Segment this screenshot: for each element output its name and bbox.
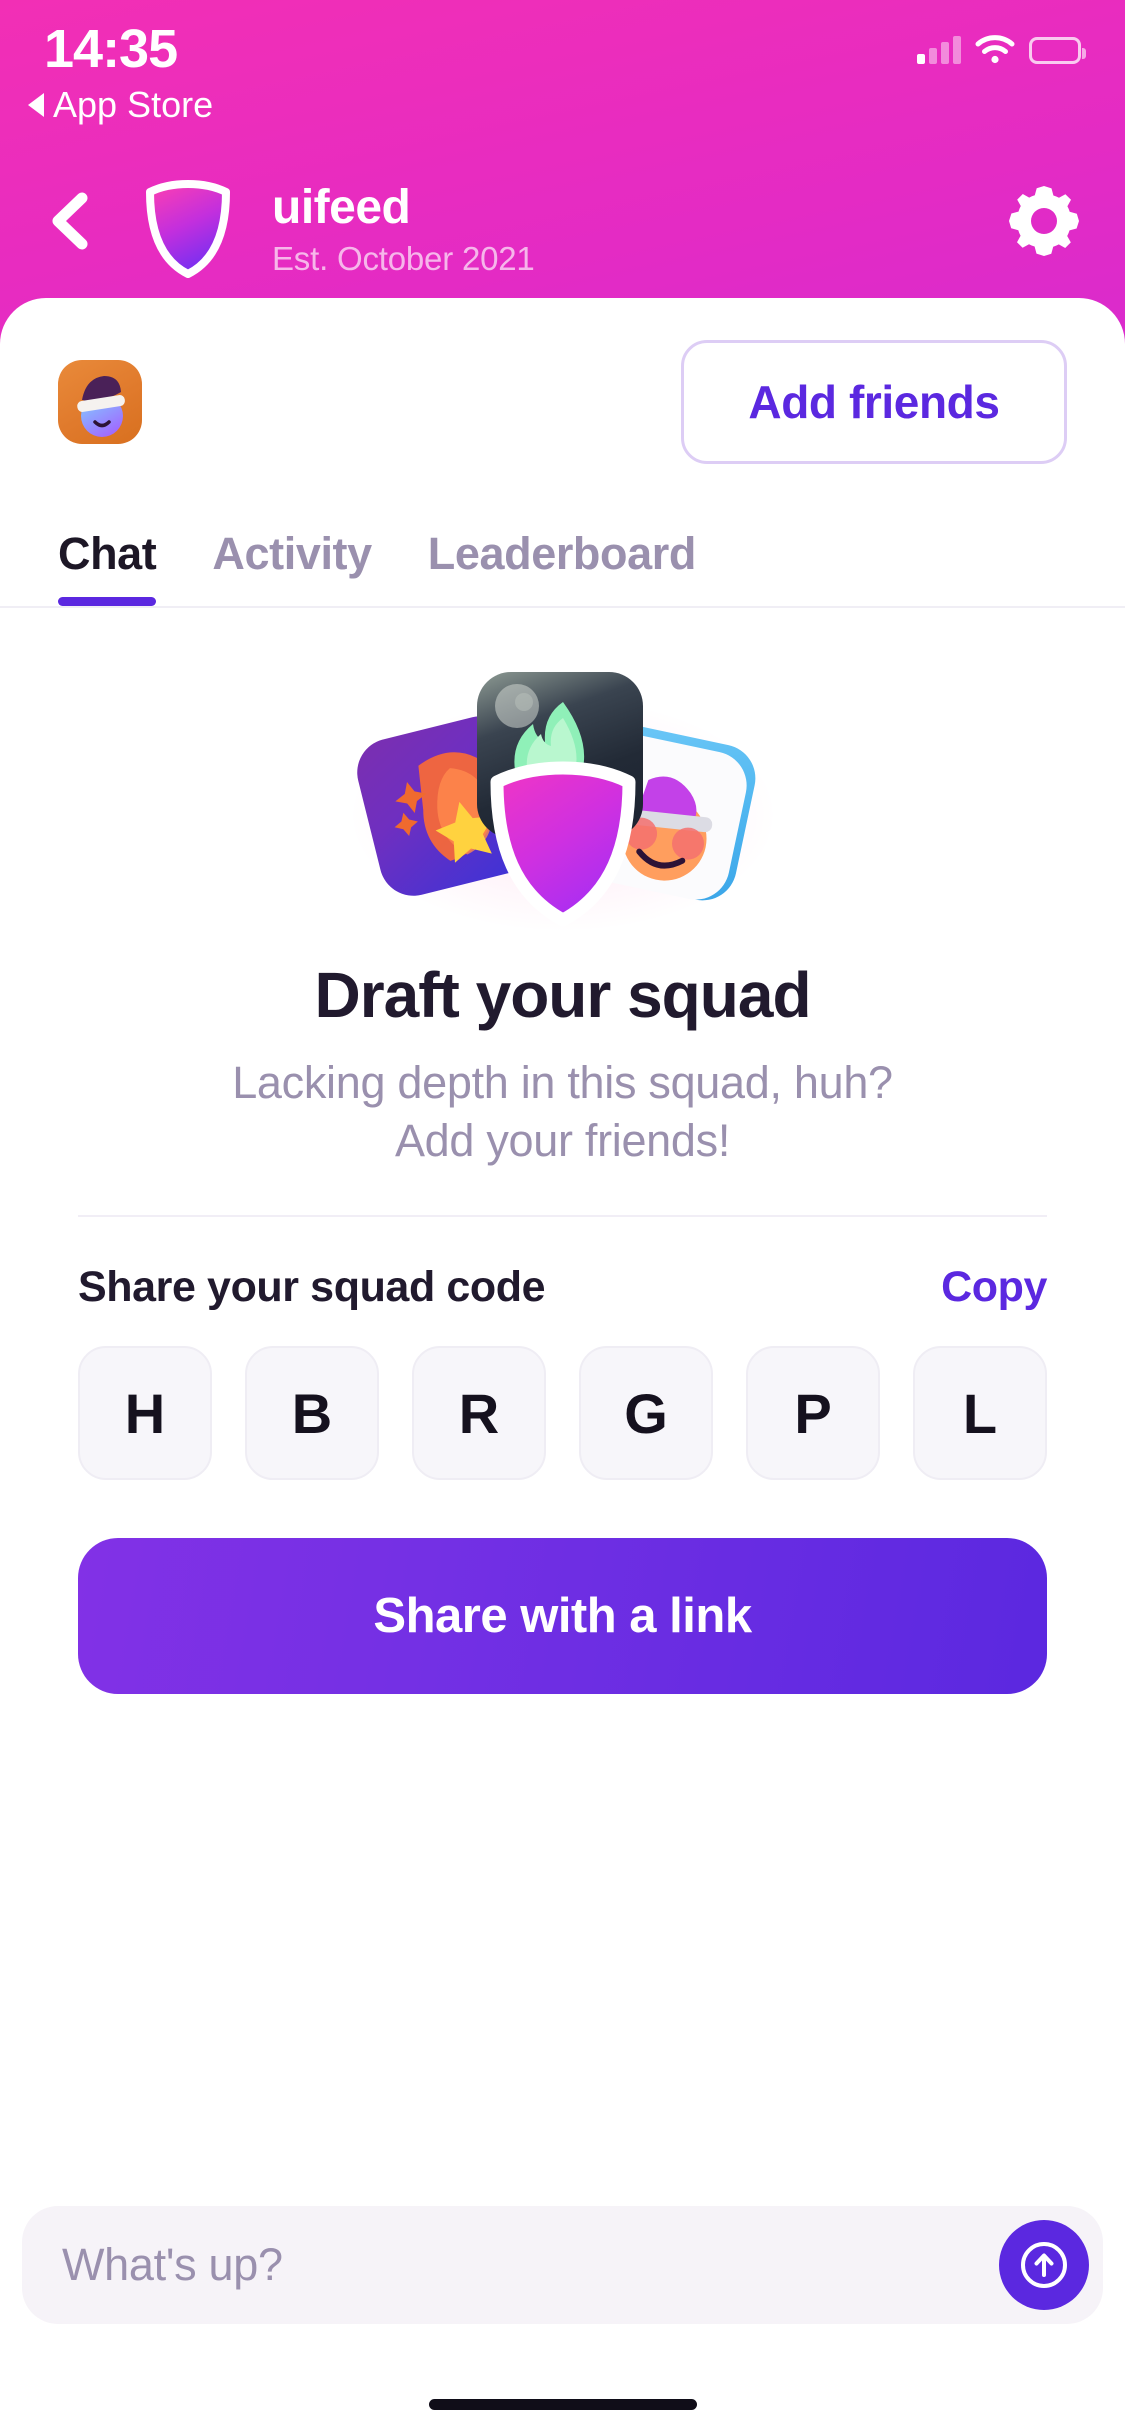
tab-chat[interactable]: Chat	[58, 528, 157, 606]
share-code-header: Share your squad code Copy	[0, 1217, 1125, 1312]
status-bar: 14:35 App Store	[0, 0, 1125, 170]
code-char-0: H	[78, 1346, 212, 1481]
share-code-label: Share your squad code	[78, 1263, 546, 1312]
code-char-1: B	[245, 1346, 379, 1481]
tab-activity[interactable]: Activity	[212, 528, 372, 606]
code-char-4: P	[746, 1346, 880, 1481]
wifi-icon	[975, 34, 1015, 64]
tab-bar: Chat Activity Leaderboard	[0, 488, 1125, 608]
message-composer	[22, 2206, 1103, 2324]
nav-title-group: uifeed Est. October 2021	[272, 182, 535, 278]
empty-state: Draft your squad Lacking depth in this s…	[0, 608, 1125, 1169]
copy-code-button[interactable]: Copy	[941, 1263, 1047, 1312]
code-char-3: G	[579, 1346, 713, 1481]
empty-state-title: Draft your squad	[314, 959, 811, 1031]
code-char-5: L	[913, 1346, 1047, 1481]
message-input[interactable]	[62, 2239, 999, 2291]
empty-state-subtitle: Lacking depth in this squad, huh? Add yo…	[0, 1054, 1125, 1169]
page-title: uifeed	[272, 181, 411, 234]
arrow-up-circle-icon	[1021, 2242, 1067, 2288]
empty-state-subtitle-line1: Lacking depth in this squad, huh?	[232, 1057, 893, 1108]
gear-icon[interactable]	[1007, 184, 1081, 258]
squad-code-boxes: H B R G P L	[0, 1312, 1125, 1481]
shield-foreground-icon	[483, 760, 643, 930]
shield-logo-icon	[140, 178, 236, 280]
tab-leaderboard[interactable]: Leaderboard	[428, 528, 697, 606]
return-to-app-store-button[interactable]: App Store	[28, 84, 213, 126]
cellular-signal-icon	[917, 34, 961, 64]
back-triangle-icon	[28, 93, 44, 117]
battery-icon	[1029, 37, 1086, 64]
code-char-2: R	[412, 1346, 546, 1481]
return-app-label: App Store	[53, 84, 214, 125]
empty-state-subtitle-line2: Add your friends!	[394, 1114, 731, 1166]
content-sheet: Add friends Chat Activity Leaderboard Dr…	[0, 298, 1125, 2436]
status-bar-indicators	[917, 24, 1086, 64]
back-button[interactable]	[36, 186, 106, 256]
page-subtitle: Est. October 2021	[272, 239, 535, 277]
send-button[interactable]	[999, 2220, 1089, 2310]
sheet-header-row: Add friends	[0, 298, 1125, 488]
navigation-bar: uifeed Est. October 2021	[0, 160, 1125, 300]
squad-shields-illustration	[349, 664, 773, 930]
status-bar-time: 14:35	[44, 19, 178, 79]
avatar[interactable]	[58, 360, 142, 444]
app-screen: 14:35 App Store uifeed Est. October 2021…	[0, 0, 1125, 2436]
add-friends-button[interactable]: Add friends	[681, 340, 1067, 464]
home-indicator	[428, 2399, 697, 2410]
share-with-link-button[interactable]: Share with a link	[78, 1538, 1047, 1695]
